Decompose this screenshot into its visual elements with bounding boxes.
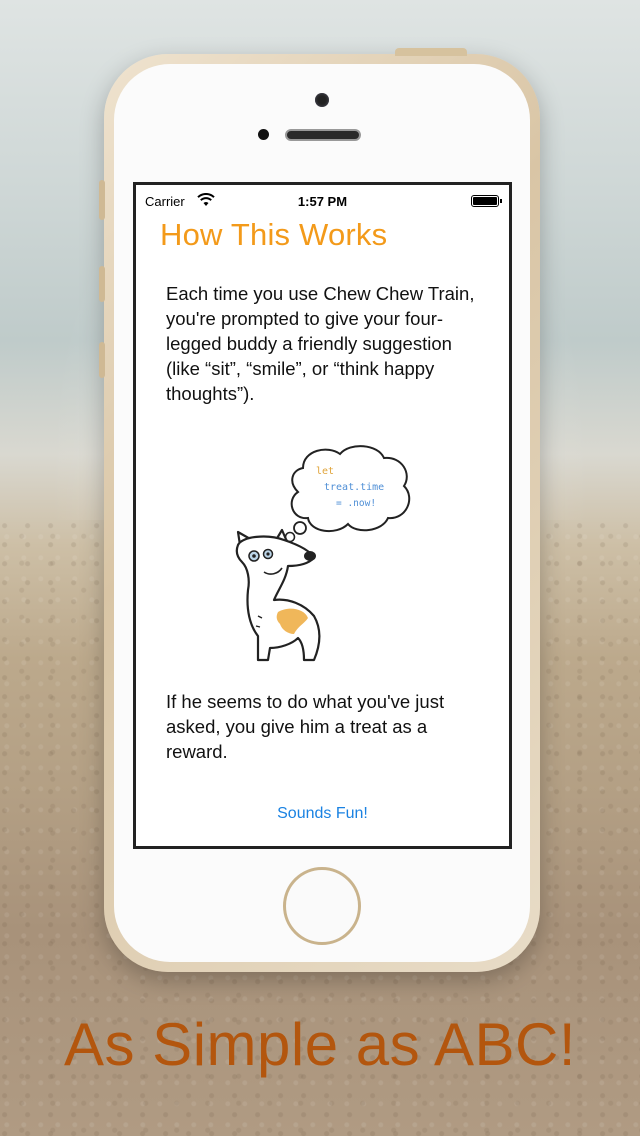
app-screen: Carrier 1:57 PM How This Works Each time… — [133, 182, 512, 849]
status-bar: Carrier 1:57 PM — [136, 185, 509, 219]
earpiece-speaker — [285, 129, 361, 141]
page-title: How This Works — [160, 217, 388, 252]
intro-paragraph: Each time you use Chew Chew Train, you'r… — [166, 283, 475, 404]
status-time: 1:57 PM — [297, 194, 348, 209]
power-button — [395, 48, 467, 56]
front-camera — [315, 93, 329, 107]
proximity-sensor — [258, 129, 269, 140]
code-line-1: let — [316, 466, 334, 477]
marketing-tagline: As Simple as ABC! — [63, 1011, 577, 1078]
code-line-3: = .now! — [336, 498, 376, 509]
code-line-2: treat.time — [324, 482, 384, 493]
home-button — [283, 867, 361, 945]
sounds-fun-button[interactable]: Sounds Fun! — [136, 805, 509, 823]
volume-down-button — [99, 342, 105, 378]
battery-icon — [471, 195, 502, 207]
mute-switch — [99, 180, 105, 220]
dog-thought-bubble-illustration: let treat.time = .now! — [235, 445, 411, 662]
volume-up-button — [99, 266, 105, 302]
reward-paragraph: If he seems to do what you've just asked… — [166, 691, 445, 762]
